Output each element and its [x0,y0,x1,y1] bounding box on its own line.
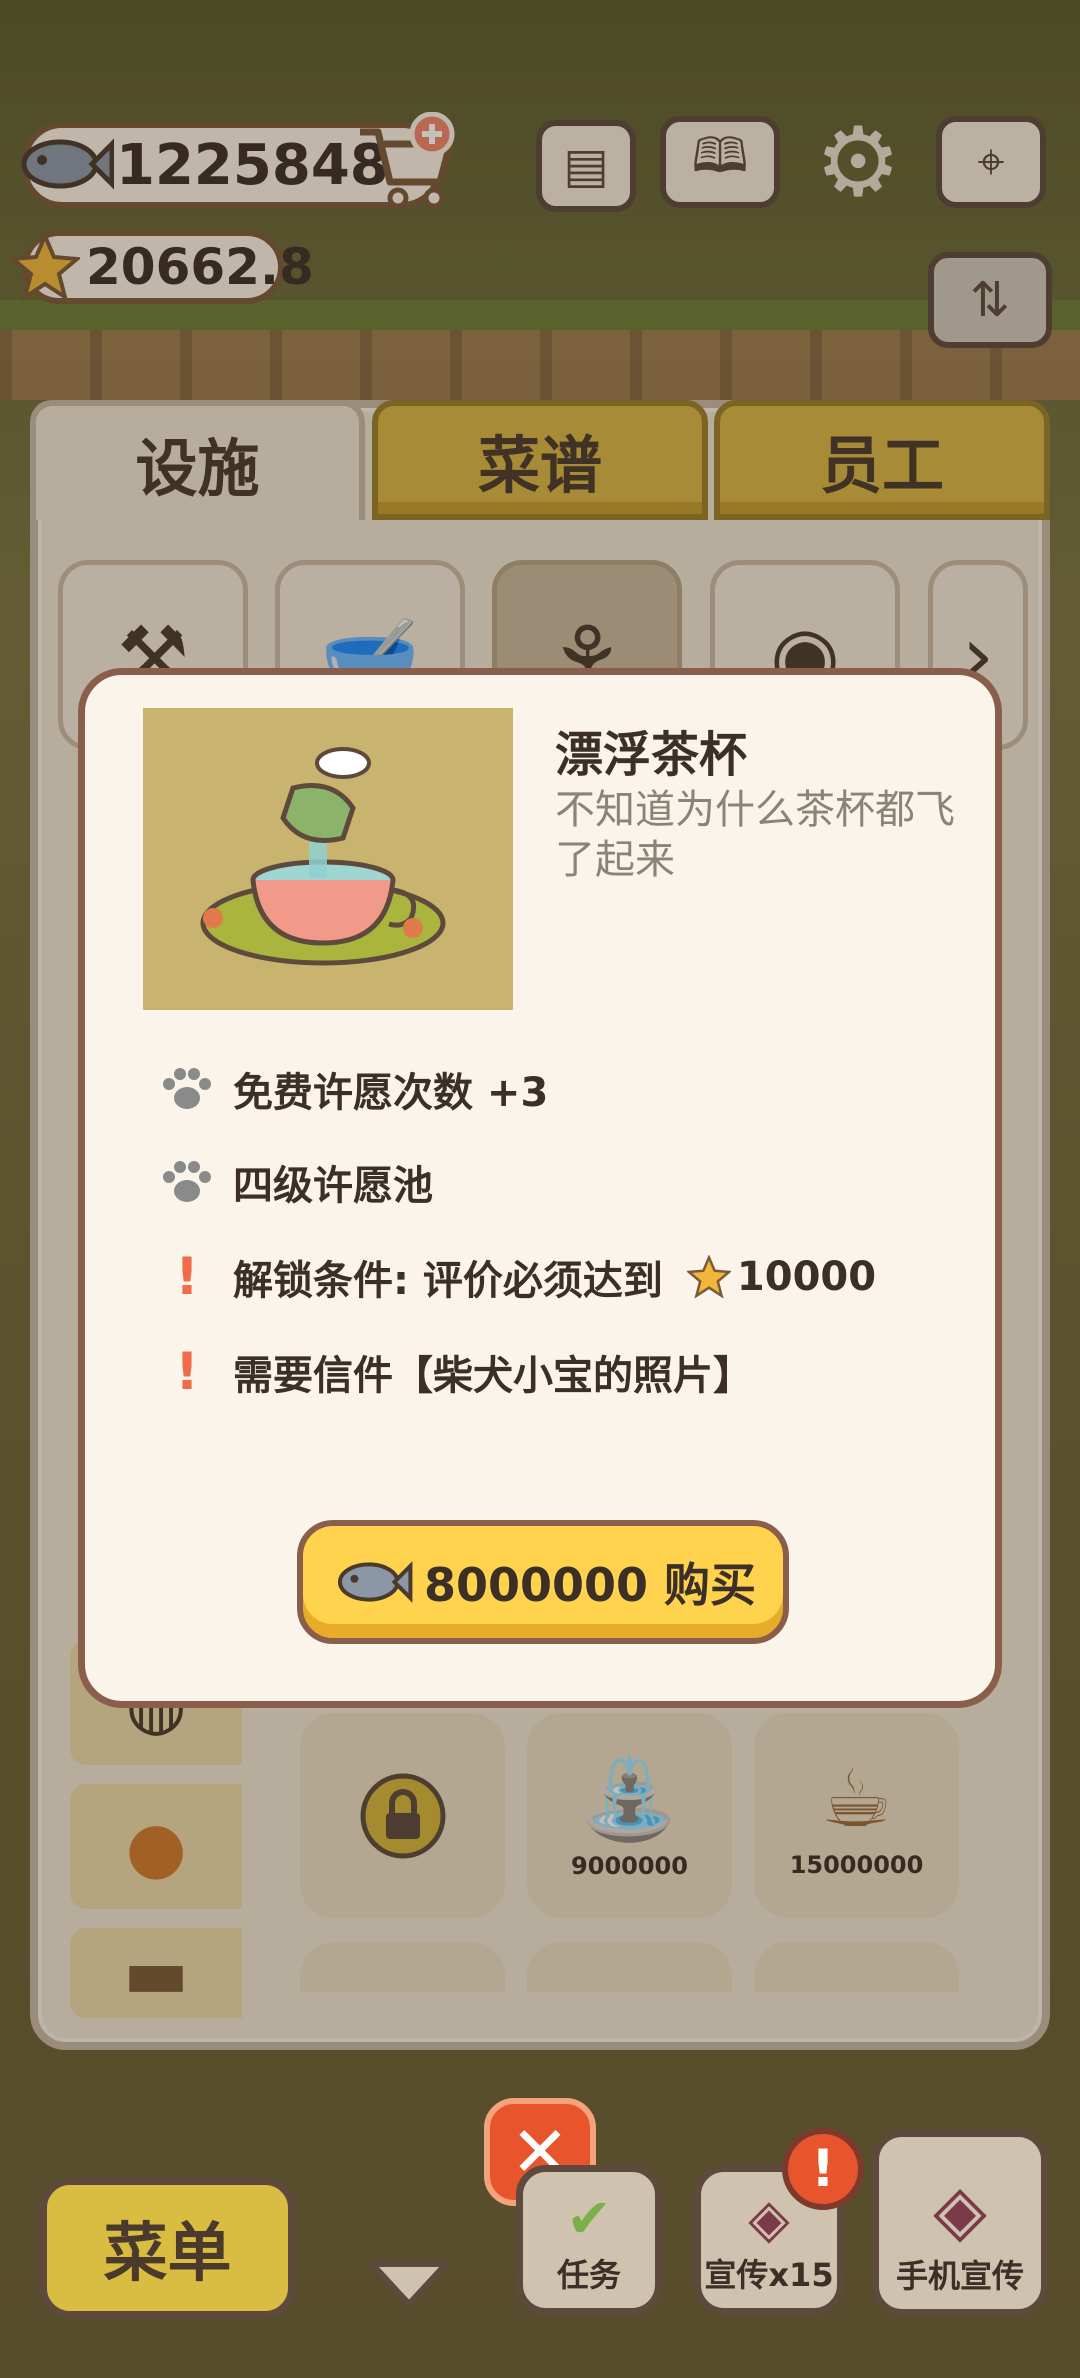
phone-promo-button-label: 手机宣传 [895,2257,1024,2295]
phone-icon: ◈ [748,2187,790,2250]
phone-promo-button[interactable]: ◈ 手机宣传 [872,2130,1048,2316]
item-title: 漂浮茶杯 [555,727,748,783]
attribute-row: ! 需要信件【柴犬小宝的照片】 [157,1342,753,1402]
menu-button[interactable]: 菜单 [40,2178,295,2318]
star-icon [686,1255,731,1299]
attribute-text: 免费许愿次数 +3 [233,1070,549,1116]
attribute-text: 四级许愿池 [233,1163,433,1209]
checklist-icon: ✔ [566,2187,612,2250]
task-button[interactable]: ✔ 任务 [516,2165,662,2315]
exclamation-icon: ! [175,1247,199,1307]
paw-icon [157,1066,217,1112]
buy-button[interactable]: 8000000 购买 [297,1520,789,1644]
exclamation-icon: ! [175,1342,199,1402]
attribute-row: 免费许愿次数 +3 [157,1060,548,1118]
task-button-label: 任务 [556,2256,621,2294]
menu-button-label: 菜单 [103,2217,232,2291]
fish-icon [330,1550,414,1614]
attribute-text: 需要信件【柴犬小宝的照片】 [233,1353,753,1399]
item-description: 不知道为什么茶杯都飞了起来 [555,787,955,883]
collapse-chevron-icon[interactable] [366,2256,452,2316]
promo-button-label: 宣传x15 [704,2256,834,2294]
item-preview-image [143,708,513,1010]
attribute-row: ! 解锁条件: 评价必须达到 10000 [157,1247,876,1307]
item-detail-modal: 漂浮茶杯 不知道为什么茶杯都飞了起来 免费许愿次数 +3 四级许愿池 ! 解锁条… [78,668,1002,1708]
paw-icon [157,1159,217,1205]
attribute-row: 四级许愿池 [157,1153,433,1211]
attribute-text: 解锁条件: 评价必须达到 [233,1258,663,1304]
required-rating-value: 10000 [736,1254,877,1300]
buy-button-label: 8000000 购买 [423,1558,757,1612]
alert-badge-icon: ! [782,2128,864,2210]
phone-icon: ◈ [933,2169,987,2251]
